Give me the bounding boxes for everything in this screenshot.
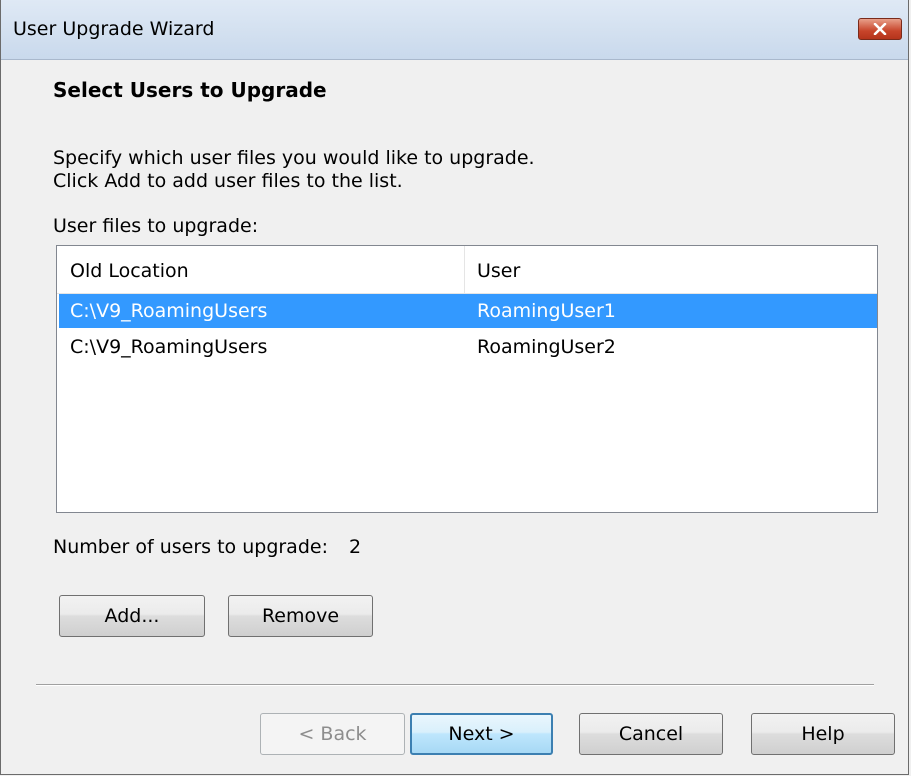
column-separator[interactable] [464, 246, 465, 293]
close-button[interactable] [858, 18, 902, 40]
back-button[interactable]: < Back [260, 713, 405, 755]
page-heading: Select Users to Upgrade [53, 78, 327, 102]
user-count-value: 2 [349, 536, 362, 558]
column-header-old-location[interactable]: Old Location [70, 260, 189, 282]
next-button[interactable]: Next > [410, 713, 553, 755]
row-old-location: C:\V9_RoamingUsers [70, 336, 268, 358]
footer-divider [36, 684, 874, 686]
table-row[interactable]: C:\V9_RoamingUsers RoamingUser2 [59, 330, 877, 364]
column-header-user[interactable]: User [477, 260, 520, 282]
row-user: RoamingUser2 [477, 336, 616, 358]
window-title: User Upgrade Wizard [13, 18, 215, 40]
row-old-location: C:\V9_RoamingUsers [70, 300, 268, 322]
user-files-label: User files to upgrade: [53, 215, 259, 237]
add-button[interactable]: Add... [59, 595, 205, 637]
user-files-list[interactable]: Old Location User C:\V9_RoamingUsers Roa… [56, 245, 878, 513]
close-icon [873, 23, 887, 35]
list-header: Old Location User [57, 246, 877, 294]
description-line-2: Click Add to add user files to the list. [53, 170, 403, 192]
user-count-label: Number of users to upgrade: [53, 536, 328, 558]
cancel-button[interactable]: Cancel [579, 713, 723, 755]
row-user: RoamingUser1 [477, 300, 616, 322]
remove-button[interactable]: Remove [228, 595, 373, 637]
title-bar[interactable]: User Upgrade Wizard [1, 0, 908, 60]
wizard-window: User Upgrade Wizard Select Users to Upgr… [0, 0, 909, 775]
help-button[interactable]: Help [751, 713, 895, 755]
table-row[interactable]: C:\V9_RoamingUsers RoamingUser1 [59, 294, 877, 328]
description-line-1: Specify which user files you would like … [53, 147, 535, 169]
